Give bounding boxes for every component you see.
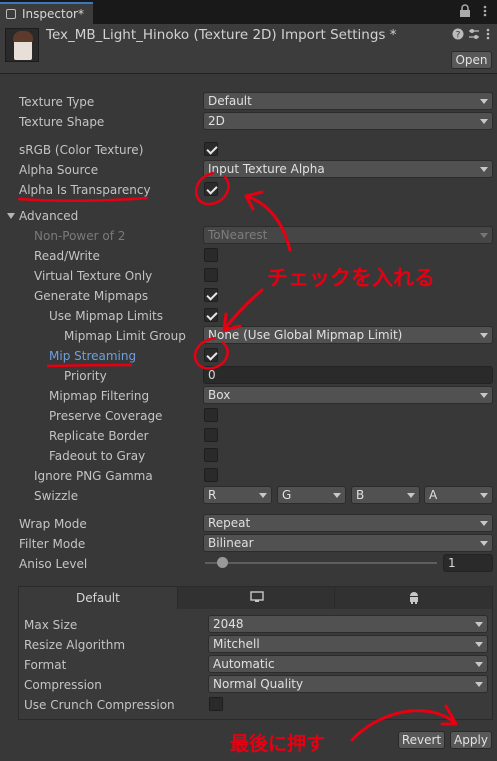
annotation-circle-mip: [193, 336, 229, 370]
annotation-underline-alpha: [17, 196, 149, 203]
annotation-arrow-lower: [222, 288, 264, 332]
annotation-check-note: チェックを入れる: [267, 266, 435, 290]
annotation-underline-mip: [46, 363, 133, 368]
annotation-overlay: [17, 171, 458, 742]
annotation-arrow-apply: [350, 704, 458, 742]
annotation-circle-alpha: [194, 171, 230, 206]
annotation-apply-note: 最後に押す: [230, 733, 326, 755]
annotation-arrow-upper: [244, 190, 292, 252]
